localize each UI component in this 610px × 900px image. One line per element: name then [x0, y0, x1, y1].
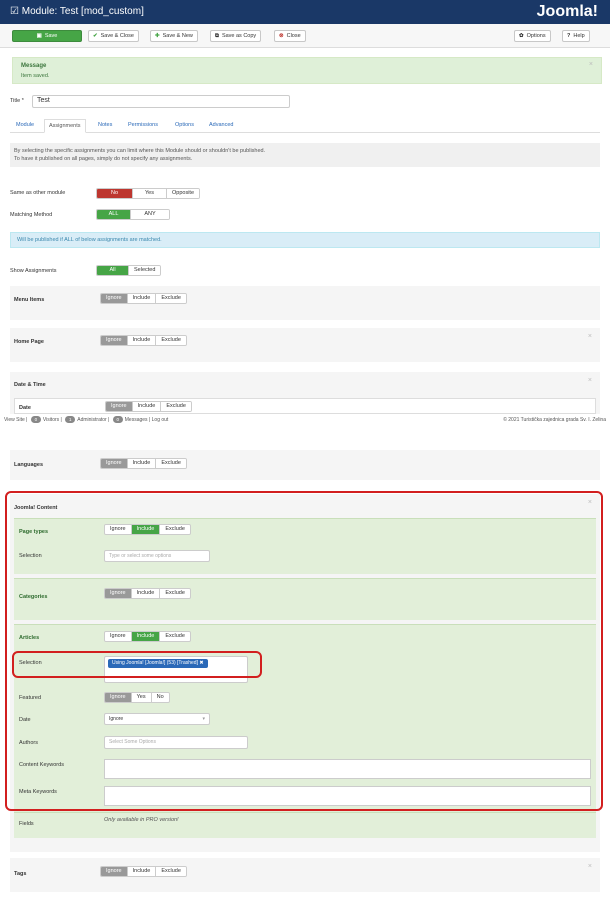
languages-label: Languages	[14, 462, 44, 468]
date-row: Date Ignore Include Exclude	[14, 398, 596, 414]
show-assign-label: Show Assignments	[10, 268, 57, 274]
tab-permissions[interactable]: Permissions	[124, 119, 162, 133]
messages-link[interactable]: Messages	[125, 417, 148, 423]
copyright: © 2021 Turistička zajednica grada Sv. I.…	[503, 417, 606, 423]
matching-label: Matching Method	[10, 212, 53, 218]
menu-items-label: Menu Items	[14, 297, 45, 303]
option-no[interactable]: No	[97, 189, 133, 198]
save-copy-button[interactable]: ⧉ Save as Copy	[210, 30, 262, 42]
title-label: Title *	[10, 98, 24, 104]
save-close-button[interactable]: ✔ Save & Close	[88, 30, 139, 42]
tab-assignments[interactable]: Assignments	[44, 119, 86, 133]
joomla-logo: Joomla!	[536, 3, 598, 20]
close-icon[interactable]: ×	[589, 61, 593, 68]
close-icon[interactable]: ×	[588, 333, 592, 340]
date-time-label: Date & Time	[14, 382, 46, 388]
tab-module[interactable]: Module	[12, 119, 38, 133]
copy-icon: ⧉	[215, 33, 219, 39]
option-any[interactable]: ANY	[131, 210, 169, 219]
status-bar: View Site | 0 Visitors | 1 Administrator |…	[0, 414, 610, 426]
header-bar: ☑ Module: Test [mod_custom] Joomla!	[0, 0, 610, 24]
save-button[interactable]: ▣ Save	[12, 30, 82, 42]
close-button[interactable]: ⊗ Close	[274, 30, 306, 42]
matching-toggle[interactable]: ALL ANY	[96, 209, 170, 220]
help-button[interactable]: ? Help	[562, 30, 590, 42]
gear-icon: ✿	[519, 33, 524, 39]
tab-bar: Module Assignments Notes Permissions Opt…	[10, 119, 600, 133]
option-yes[interactable]: Yes	[133, 189, 167, 198]
option-all[interactable]: ALL	[97, 210, 131, 219]
view-site-link[interactable]: View Site	[4, 417, 25, 423]
assignments-note: By selecting the specific assignments yo…	[10, 143, 600, 167]
same-as-label: Same as other module	[10, 190, 66, 196]
home-iie-toggle[interactable]: Ignore Include Exclude	[100, 335, 187, 346]
tags-iie-toggle[interactable]: Ignore Include Exclude	[100, 866, 187, 877]
page-title: ☑ Module: Test [mod_custom]	[10, 6, 144, 17]
admins-link[interactable]: Administrator	[77, 417, 106, 423]
title-input[interactable]: Test	[32, 95, 290, 108]
option-all-assign[interactable]: All	[97, 266, 129, 275]
help-icon: ?	[567, 33, 571, 39]
success-message: Message Item saved. ×	[12, 57, 602, 84]
home-page-label: Home Page	[14, 339, 44, 345]
date-iie-toggle[interactable]: Ignore Include Exclude	[105, 401, 192, 412]
fields-note: Only available in PRO version!	[104, 817, 179, 823]
plus-icon: ✚	[155, 33, 160, 39]
panel-date-time: × Date & Time Date Ignore Include Exclude	[10, 372, 600, 414]
panel-menu-items: Menu Items Ignore Include Exclude	[10, 286, 600, 320]
check-icon: ✔	[93, 33, 98, 39]
panel-home-page: × Home Page Ignore Include Exclude	[10, 328, 600, 362]
show-assign-toggle[interactable]: All Selected	[96, 265, 162, 276]
logout-link[interactable]: Log out	[152, 417, 169, 423]
menu-iie-toggle[interactable]: Ignore Include Exclude	[100, 293, 187, 304]
close-icon[interactable]: ×	[588, 377, 592, 384]
fields-panel: Fields Only available in PRO version!	[14, 812, 596, 838]
same-as-toggle[interactable]: No Yes Opposite	[96, 188, 201, 199]
save-new-button[interactable]: ✚ Save & New	[150, 30, 198, 42]
tab-notes[interactable]: Notes	[94, 119, 116, 133]
tab-advanced[interactable]: Advanced	[205, 119, 237, 133]
toolbar: ▣ Save ✔ Save & Close ✚ Save & New ⧉ Save as…	[0, 24, 610, 48]
info-alert: Will be published if ALL of below assign…	[10, 232, 600, 248]
highlight-selection	[12, 651, 262, 678]
tags-label: Tags	[14, 871, 27, 877]
close-icon[interactable]: ×	[588, 863, 592, 870]
panel-tags: × Tags Ignore Include Exclude	[10, 858, 600, 892]
options-button[interactable]: ✿ Options	[514, 30, 551, 42]
option-selected[interactable]: Selected	[129, 266, 161, 275]
option-opposite[interactable]: Opposite	[167, 189, 200, 198]
save-icon: ▣	[36, 33, 42, 39]
languages-iie-toggle[interactable]: Ignore Include Exclude	[100, 458, 187, 469]
module-icon: ☑	[10, 6, 22, 17]
tab-options[interactable]: Options	[171, 119, 198, 133]
panel-languages: Languages Ignore Include Exclude	[10, 450, 600, 480]
close-icon: ⊗	[279, 33, 284, 39]
fields-label: Fields	[19, 821, 34, 827]
visitors-link[interactable]: Visitors	[43, 417, 59, 423]
date-label: Date	[19, 405, 31, 411]
